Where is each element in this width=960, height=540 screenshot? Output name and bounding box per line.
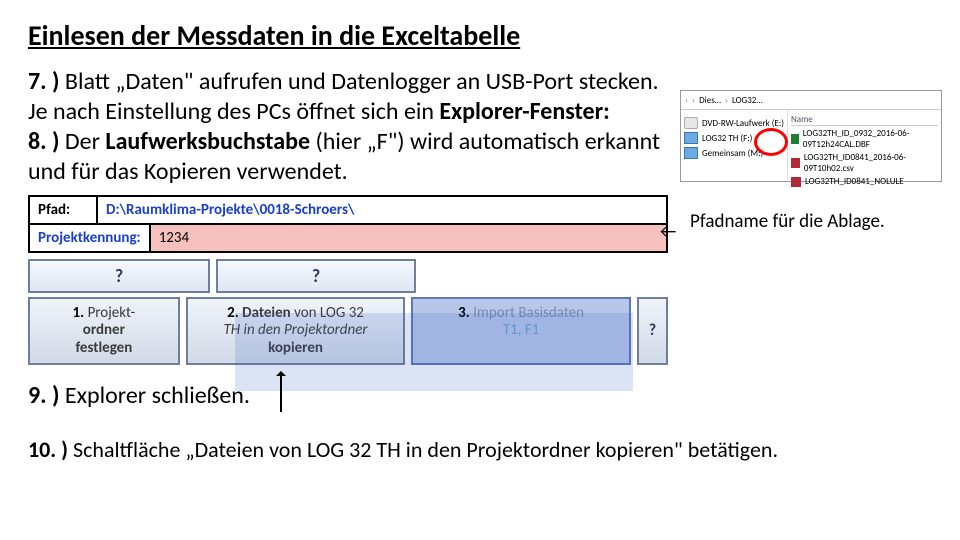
project-label: Projektkennung: (30, 225, 151, 251)
csv-icon (791, 177, 801, 187)
arrow-left-icon: ← (660, 220, 676, 242)
project-value: 1234 (151, 225, 666, 251)
btn2-a: Dateien (242, 304, 291, 322)
help-row: ? ? (28, 259, 668, 293)
btn2-d: kopieren (268, 339, 323, 357)
step10-text-a: Schaltfläche (68, 436, 185, 463)
step9-text: Explorer schließen. (59, 381, 249, 410)
chevron-right-icon[interactable]: › (692, 95, 695, 106)
btn3-c: T1, F1 (503, 321, 540, 339)
excel-snippet: Pfad: D:\Raumklima-Projekte\0018-Schroer… (28, 195, 668, 365)
btn3-num: 3. (458, 304, 470, 322)
step7-bold: Explorer-Fenster: (439, 97, 609, 126)
btn1-c: festlegen (75, 339, 132, 357)
drive-m-label: Gemeinsam (M:) (702, 148, 763, 159)
btn3-b: Basisdaten (518, 304, 584, 322)
help-button-3[interactable]: ? (637, 297, 668, 365)
step7-lead: 7. ) (28, 67, 59, 96)
step8-text-a: Der (59, 127, 105, 156)
page-title: Einlesen der Messdaten in die Exceltabel… (28, 18, 932, 53)
instruction-paragraph: 7. ) Blatt „Daten" aufrufen und Datenlog… (28, 67, 668, 187)
file3: LOG32TH_ID0841_NOLULE (805, 176, 904, 187)
btn2-b: von LOG 32 (294, 304, 364, 322)
step9-lead: 9. ) (28, 381, 59, 410)
step9: 9. ) Explorer schließen. (28, 381, 932, 410)
step8-lead: 8. ) (28, 127, 59, 156)
crumb-2[interactable]: LOG32… (732, 95, 763, 106)
set-project-folder-button[interactable]: 1. Projekt- ordner festlegen (28, 297, 180, 365)
btn2-num: 2. (227, 304, 239, 322)
btn1-a: Projekt- (88, 304, 136, 322)
btn3-a: Import (473, 304, 515, 322)
chevron-left-icon[interactable]: ‹ (685, 95, 688, 106)
import-basedata-button[interactable]: 3. Import Basisdaten T1, F1 (411, 297, 631, 365)
file-row-2[interactable]: LOG32TH_ID0841_2016-06-09T10h02.csv (791, 152, 938, 174)
btn1-num: 1. (73, 304, 85, 322)
csv-icon (791, 158, 800, 168)
chevron-sep-icon: › (725, 95, 728, 106)
row-project: Projektkennung: 1234 (28, 223, 668, 253)
net-drive-icon (684, 147, 698, 159)
btn2-c: TH in den Projektordner (223, 321, 367, 339)
crumb-1[interactable]: Dies… (699, 95, 721, 106)
help-button-2[interactable]: ? (216, 259, 416, 293)
name-header[interactable]: Name (791, 114, 938, 126)
highlight-circle-icon (754, 128, 788, 156)
dvd-drive-icon (684, 117, 698, 129)
explorer-window: ‹ › Dies… › LOG32… DVD-RW-Laufwerk (E:) … (680, 90, 942, 182)
file2: LOG32TH_ID0841_2016-06-09T10h02.csv (804, 152, 938, 174)
step10-quote: „Dateien von LOG 32 TH in den Projektord… (185, 436, 778, 463)
xls-icon (791, 134, 799, 144)
step10: 10. ) Schaltfläche „Dateien von LOG 32 T… (28, 436, 932, 463)
explorer-breadcrumb[interactable]: ‹ › Dies… › LOG32… (681, 91, 941, 110)
file1: LOG32TH_ID_0932_2016-06-09T12h24CAL.DBF (803, 128, 938, 150)
copy-files-button[interactable]: 2. Dateien von LOG 32 TH in den Projekto… (186, 297, 406, 365)
help-button-1[interactable]: ? (28, 259, 210, 293)
btn1-b: ordner (83, 321, 125, 339)
drive-e-label: DVD-RW-Laufwerk (E:) (702, 118, 784, 129)
path-value: D:\Raumklima-Projekte\0018-Schroers\ (98, 197, 362, 223)
usb-drive-icon (684, 132, 698, 144)
explorer-filelist[interactable]: Name LOG32TH_ID_0932_2016-06-09T12h24CAL… (788, 110, 941, 180)
step10-lead: 10. ) (28, 436, 68, 463)
step8-bold: Laufwerksbuchstabe (105, 127, 310, 156)
file-row-3[interactable]: LOG32TH_ID0841_NOLULE (791, 176, 938, 187)
file-row-1[interactable]: LOG32TH_ID_0932_2016-06-09T12h24CAL.DBF (791, 128, 938, 150)
arrow-up-icon (280, 372, 282, 412)
path-annotation: Pfadname für die Ablage. (690, 210, 885, 233)
row-path: Pfad: D:\Raumklima-Projekte\0018-Schroer… (28, 195, 668, 223)
path-label: Pfad: (30, 197, 98, 223)
drive-f-label: LOG32 TH (F:) (702, 133, 752, 144)
button-row: 1. Projekt- ordner festlegen 2. Dateien … (28, 297, 668, 365)
